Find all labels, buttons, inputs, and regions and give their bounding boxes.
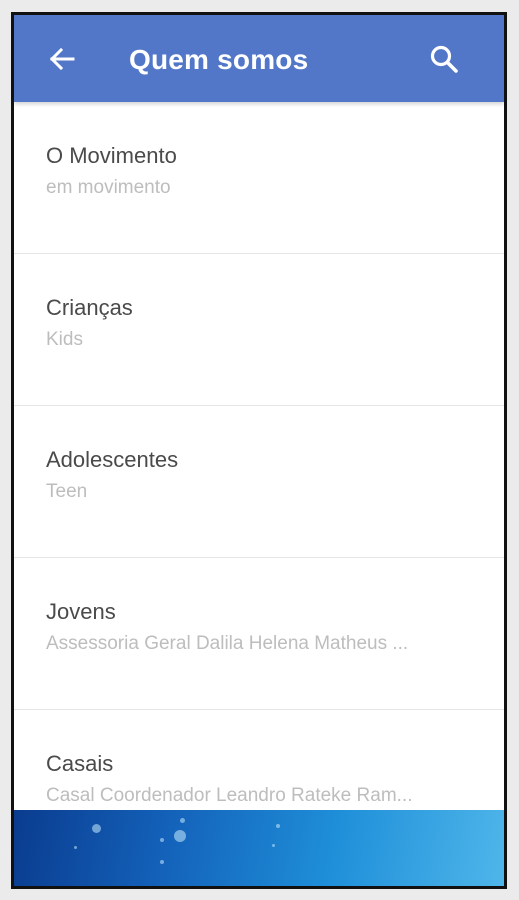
list-item-title: Crianças: [46, 295, 133, 320]
list-item-jovens[interactable]: Jovens Assessoria Geral Dalila Helena Ma…: [14, 558, 504, 710]
list-item-title: Adolescentes: [46, 447, 179, 472]
list-item-title: Jovens: [46, 599, 116, 624]
water-bubbles-banner[interactable]: [14, 810, 504, 886]
list-item-subtitle: em movimento: [46, 177, 171, 198]
search-button[interactable]: [424, 39, 464, 79]
list-item-title: O Movimento: [46, 143, 177, 168]
list-item-adolescentes[interactable]: Adolescentes Teen: [14, 406, 504, 558]
list-item-subtitle: Teen: [46, 481, 88, 502]
list-item-o-movimento[interactable]: O Movimento em movimento: [14, 102, 504, 254]
list-item-subtitle: Assessoria Geral Dalila Helena Matheus .…: [46, 633, 409, 654]
bubble: [174, 830, 186, 842]
app-bar: Quem somos: [14, 15, 504, 102]
bubble: [272, 844, 275, 847]
bubble: [160, 860, 164, 864]
back-button[interactable]: [42, 39, 82, 79]
phone-screen: Quem somos O Movimento em movimento Cria…: [11, 12, 507, 889]
list-item-subtitle: Casal Coordenador Leandro Rateke Ram...: [46, 785, 413, 806]
bubble: [92, 824, 101, 833]
page-title: Quem somos: [129, 44, 309, 75]
list-item-subtitle: Kids: [46, 329, 83, 350]
list-item-title: Casais: [46, 751, 114, 776]
bubble: [74, 846, 77, 849]
bubble: [276, 824, 280, 828]
bubble: [180, 818, 185, 823]
list-item-casais[interactable]: Casais Casal Coordenador Leandro Rateke …: [14, 710, 504, 810]
bubble: [160, 838, 164, 842]
arrow-left-icon: [49, 47, 75, 71]
search-icon: [430, 45, 458, 73]
list: O Movimento em movimento Crianças Kids A…: [14, 102, 504, 810]
list-item-criancas[interactable]: Crianças Kids: [14, 254, 504, 406]
